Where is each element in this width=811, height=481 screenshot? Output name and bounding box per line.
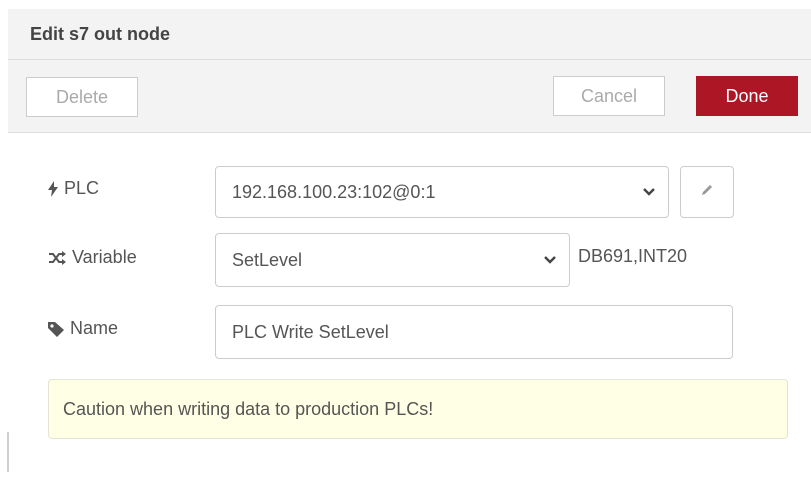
plc-label: PLC xyxy=(64,178,100,198)
caution-tip: Caution when writing data to production … xyxy=(48,379,788,439)
variable-address: DB691,INT20 xyxy=(578,246,688,266)
bolt-icon xyxy=(48,180,58,197)
plc-row-label: PLC xyxy=(48,178,99,199)
variable-select[interactable]: SetLevel xyxy=(215,233,570,287)
done-button[interactable]: Done xyxy=(696,76,798,116)
caution-text: Caution when writing data to production … xyxy=(63,398,434,419)
left-edge xyxy=(0,0,8,481)
dialog-toolbar: Delete Cancel Done xyxy=(8,60,811,133)
cancel-button[interactable]: Cancel xyxy=(553,76,665,116)
name-input-value: PLC Write SetLevel xyxy=(232,321,389,342)
pencil-icon xyxy=(699,182,715,203)
variable-select-value: SetLevel xyxy=(232,249,303,270)
delete-button[interactable]: Delete xyxy=(26,77,138,117)
variable-row-label: Variable xyxy=(48,247,137,268)
plc-select-value: 192.168.100.23:102@0:1 xyxy=(232,181,436,202)
random-icon xyxy=(48,250,66,265)
chevron-down-icon xyxy=(543,255,557,265)
name-row-label: Name xyxy=(48,318,118,339)
variable-label: Variable xyxy=(72,247,137,267)
chevron-down-icon xyxy=(642,187,656,197)
scrollbar[interactable] xyxy=(7,432,9,472)
dialog-title: Edit s7 out node xyxy=(30,24,171,44)
name-label: Name xyxy=(70,318,119,338)
edit-plc-button[interactable] xyxy=(680,166,734,218)
plc-select[interactable]: 192.168.100.23:102@0:1 xyxy=(215,166,669,218)
tag-icon xyxy=(48,321,64,337)
dialog-header: Edit s7 out node xyxy=(8,9,811,60)
name-input[interactable]: PLC Write SetLevel xyxy=(215,305,733,359)
